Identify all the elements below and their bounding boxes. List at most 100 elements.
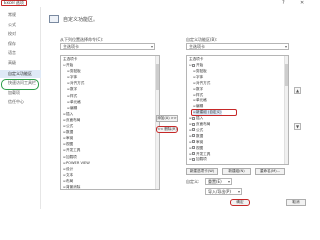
tree-item-label: 数据 (66, 130, 74, 135)
tree-item[interactable]: ⊞文本 (63, 173, 73, 178)
checkbox-icon[interactable] (192, 152, 195, 155)
help-icon[interactable]: ? (282, 0, 285, 6)
tree-item[interactable]: ⊞编辑 (67, 106, 77, 111)
tree-item[interactable]: ⊞POWER VIEW (63, 161, 90, 166)
chevron-down-icon: ▾ (227, 179, 230, 184)
move-up-button[interactable]: ▲ (294, 87, 301, 94)
customize-ribbon-panel: 自定义功能区。 从下列位置选择命令(C): 主选项卡 ▾ 主选项卡 ⊟开始 ⊞剪贴… (41, 7, 312, 209)
sidebar-item[interactable]: 快速访问工具栏 (0, 79, 41, 87)
choose-commands-select[interactable]: 主选项卡 ▾ (60, 43, 155, 50)
tree-item-label: 字体 (70, 75, 78, 80)
checkbox-icon[interactable] (192, 140, 195, 144)
tree-item-label: 公式 (196, 127, 204, 132)
tree-item-label: 布局 (66, 178, 74, 183)
ribbon-icon (49, 15, 59, 23)
tree-item-label: 公式 (66, 124, 74, 128)
scroll-thumb[interactable] (285, 64, 288, 86)
tree-item-label: 开发工具 (196, 151, 211, 156)
scrollbar[interactable] (284, 56, 288, 164)
tree-item[interactable]: ⊞开发工具 (63, 148, 80, 153)
checkbox-icon[interactable] (192, 116, 195, 120)
sidebar-item[interactable]: 校对 (0, 30, 41, 38)
sidebar-item[interactable]: 高级 (0, 59, 41, 67)
customize-ribbon-select[interactable]: 主选项卡 ▾ (186, 43, 289, 50)
checkbox-icon[interactable] (192, 63, 195, 67)
tree-item-label: 背景消除 (66, 185, 81, 189)
tree-item-label: 设计 (66, 166, 74, 171)
tree-item[interactable]: ⊞剪贴板 (67, 69, 81, 74)
import-export-value: 导入/导出(P) (208, 189, 231, 194)
tree-item-label: 对齐方式 (70, 81, 85, 86)
tree-item[interactable]: ⊞公式 (189, 128, 203, 133)
tree-item[interactable]: ⊞字体 (67, 75, 77, 80)
tree-item-label: 插入 (196, 116, 204, 121)
checkbox-icon[interactable] (192, 134, 195, 138)
tree-item[interactable]: ⊞插入 (63, 112, 73, 117)
tree-item-label: 视图 (66, 142, 74, 147)
cancel-button[interactable]: 取消 (286, 199, 306, 206)
tree-item[interactable]: ⊞剪贴板 (193, 69, 207, 74)
tree-item-label: 编辑 (70, 105, 78, 110)
tree-item[interactable]: ⊞数字 (193, 87, 203, 92)
new-group-button[interactable]: 新建组(N) (222, 168, 251, 175)
tree-item[interactable]: ⊞审阅 (189, 140, 203, 145)
sidebar-item[interactable]: 公式 (0, 21, 41, 29)
tree-item[interactable]: ⊞单元格 (67, 100, 81, 105)
tree-item[interactable]: ⊞视图 (189, 146, 203, 151)
tree-item[interactable]: ⊟开始 (189, 63, 203, 68)
sidebar-item[interactable]: 保存 (0, 40, 41, 48)
import-export-dropdown[interactable]: 导入/导出(P) ▾ (205, 188, 242, 195)
tree-item[interactable]: ⊞插入 (189, 116, 203, 121)
tree-item[interactable]: ⊞对齐方式 (193, 81, 210, 86)
tree-item[interactable]: ⊞单元格 (193, 98, 207, 103)
tree-item-label: 插入 (66, 111, 74, 116)
tree-item[interactable]: ⊞字体 (193, 75, 203, 80)
sidebar-item[interactable]: 语言 (0, 49, 41, 57)
ok-button[interactable]: 确定 (230, 199, 250, 206)
tree-item-label: 编辑 (196, 104, 204, 109)
tree-item[interactable]: ⊞页面布局 (63, 118, 80, 123)
tree-item[interactable]: ⊞设计 (63, 167, 73, 172)
tree-item[interactable]: ⊞数据 (63, 130, 73, 135)
ribbon-tabs-tree[interactable]: 主选项卡 ⊟ 开始 ⊞剪贴板 ⊞字体 ⊞对齐方式 ⊞数字 ⊞样式 ⊞单元格 ⊞编辑 ⊞新建组 (自… (186, 55, 289, 165)
rename-button[interactable]: 重命名(M)... (255, 168, 285, 175)
tree-item-label: 单元格 (70, 99, 81, 104)
checkbox-icon[interactable] (192, 122, 195, 126)
tree-item-label: 剪贴板 (70, 69, 81, 74)
new-tab-button[interactable]: 新建选项卡(W) (186, 168, 218, 175)
close-icon[interactable]: ✕ (300, 0, 304, 6)
checkbox-icon[interactable] (192, 146, 195, 150)
tree-item[interactable]: ⊟开始 (63, 63, 73, 68)
tree-item[interactable]: ⊞审阅 (63, 136, 73, 141)
add-button[interactable]: 添加(A) >> (156, 115, 178, 122)
tree-item-label: 开发工具 (66, 148, 81, 153)
tree-item[interactable]: ⊞样式 (193, 93, 203, 98)
checkbox-icon[interactable] (192, 128, 195, 132)
sidebar-item[interactable]: 常规 (0, 11, 41, 19)
customize-label: 自定义: (186, 179, 200, 184)
move-down-button[interactable]: ▼ (294, 123, 301, 130)
tree-item[interactable]: ⊞页面布局 (189, 122, 210, 127)
commands-list[interactable]: 主选项卡 ⊟开始 ⊞剪贴板 ⊞字体 ⊞对齐方式 ⊞数字 ⊞样式 ⊞单元格 ⊞编辑 ⊞插入 ⊞页面布… (60, 55, 160, 190)
tree-item[interactable]: ⊞数字 (67, 87, 77, 92)
tree-item[interactable]: ⊞加载项 (63, 155, 77, 160)
scrollbar[interactable] (155, 56, 159, 189)
tree-item[interactable]: ⊞对齐方式 (67, 81, 84, 86)
tree-item[interactable]: ⊞视图 (63, 142, 73, 147)
remove-button[interactable]: << 删除(R) (156, 126, 178, 133)
reset-dropdown[interactable]: 重置(E) ▾ (205, 178, 232, 185)
tree-item[interactable]: ⊞数据 (189, 134, 203, 139)
list-header: 主选项卡 (189, 57, 204, 61)
tree-item[interactable]: ⊞公式 (63, 124, 73, 129)
sidebar-item[interactable]: 加载项 (0, 89, 41, 97)
sidebar-item[interactable]: 信任中心 (0, 98, 41, 106)
tree-item[interactable]: ⊞加载项 (189, 157, 207, 162)
title-bar: Excel 选项 ? ✕ (0, 0, 312, 7)
sidebar-item[interactable]: 自定义功能区 (0, 69, 41, 78)
tree-item[interactable]: ⊞样式 (67, 94, 77, 99)
tree-item[interactable]: ⊞布局 (63, 179, 73, 184)
tree-item[interactable]: ⊞背景消除 (63, 185, 81, 189)
scroll-thumb[interactable] (156, 64, 159, 90)
tree-item[interactable]: ⊞开发工具 (189, 152, 210, 157)
checkbox-icon[interactable] (192, 157, 195, 161)
